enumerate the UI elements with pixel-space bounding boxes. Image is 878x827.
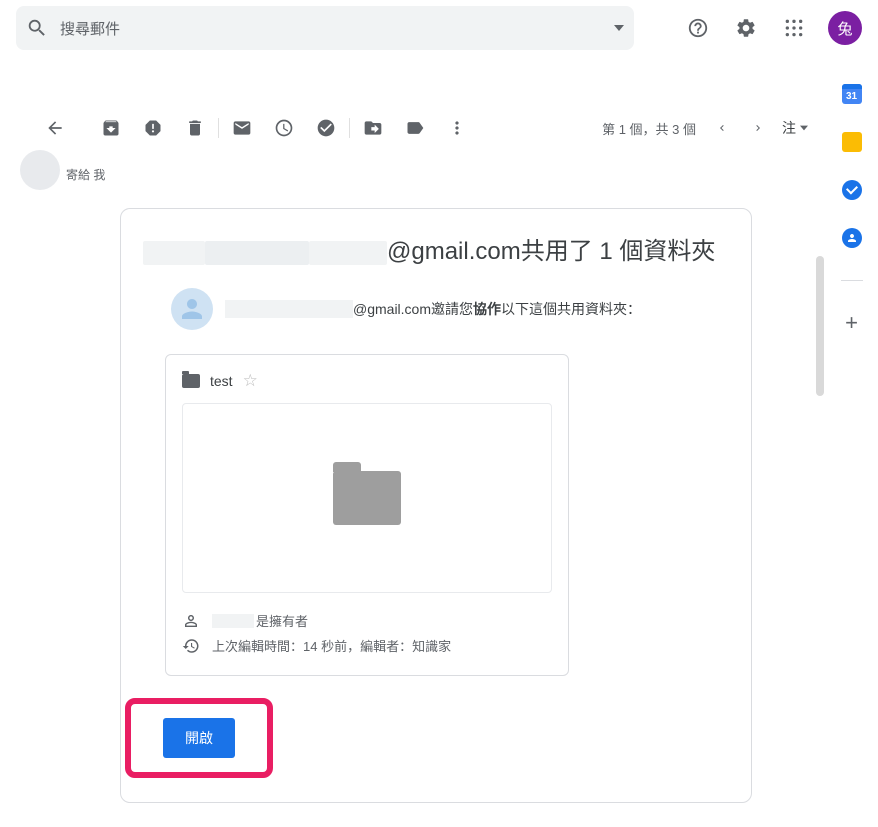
folder-large-icon — [333, 471, 401, 525]
shared-folder-card: test ☆ 是擁有者 上次編輯時間：14 秒前，編輯者：知識家 — [165, 354, 569, 676]
tasks-addon[interactable] — [842, 180, 862, 200]
delete-button[interactable] — [174, 108, 216, 148]
person-outline-icon — [182, 612, 200, 630]
keep-addon[interactable] — [842, 132, 862, 152]
email-title: @gmail.com共用了 1 個資料夾 — [143, 233, 729, 270]
redacted-text — [212, 614, 254, 628]
snooze-button[interactable] — [263, 108, 305, 148]
inviter-avatar — [171, 288, 213, 330]
sender-row: 寄給 我 — [20, 160, 115, 200]
edit-info-row: 上次編輯時間：14 秒前，編輯者：知識家 — [182, 636, 552, 655]
apps-button[interactable] — [774, 8, 814, 48]
pager-prev-button[interactable] — [704, 110, 740, 146]
open-button[interactable]: 開啟 — [163, 718, 235, 758]
search-box[interactable]: 搜尋郵件 — [16, 6, 634, 50]
input-method-button[interactable]: 注 — [782, 118, 808, 138]
person-icon — [177, 294, 207, 324]
redacted-text — [225, 300, 353, 318]
owner-row: 是擁有者 — [182, 611, 552, 630]
contacts-addon[interactable] — [842, 228, 862, 248]
sidepanel-divider — [841, 280, 863, 281]
sender-recipient-label: 寄給 我 — [66, 166, 105, 183]
toolbar-separator — [349, 118, 350, 138]
get-addons-button[interactable]: + — [842, 313, 862, 333]
archive-button[interactable] — [90, 108, 132, 148]
calendar-addon[interactable]: 31 — [842, 84, 862, 104]
search-icon — [26, 17, 48, 39]
mark-unread-button[interactable] — [221, 108, 263, 148]
toolbar-separator — [218, 118, 219, 138]
scrollbar-thumb[interactable] — [816, 256, 824, 396]
add-to-tasks-button[interactable] — [305, 108, 347, 148]
chevron-down-icon — [800, 124, 808, 132]
invite-text: @gmail.com邀請您協作以下這個共用資料夾： — [225, 299, 641, 319]
labels-button[interactable] — [394, 108, 436, 148]
side-panel: 31 + — [824, 56, 878, 827]
star-button[interactable]: ☆ — [243, 371, 258, 391]
history-icon — [182, 637, 200, 655]
move-to-button[interactable] — [352, 108, 394, 148]
support-button[interactable] — [678, 8, 718, 48]
report-spam-button[interactable] — [132, 108, 174, 148]
back-button[interactable] — [34, 108, 76, 148]
folder-name: test — [210, 373, 233, 389]
folder-icon — [182, 374, 200, 388]
invite-row: @gmail.com邀請您協作以下這個共用資料夾： — [171, 288, 729, 330]
redacted-text — [309, 241, 387, 265]
folder-preview — [182, 403, 552, 593]
open-button-highlight: 開啟 — [125, 698, 273, 778]
more-button[interactable] — [436, 108, 478, 148]
pager-next-button[interactable] — [740, 110, 776, 146]
settings-button[interactable] — [726, 8, 766, 48]
search-placeholder: 搜尋郵件 — [60, 18, 614, 39]
redacted-text — [143, 241, 205, 265]
person-icon — [846, 232, 858, 244]
redacted-text — [205, 241, 309, 265]
sender-avatar — [20, 150, 60, 190]
account-avatar[interactable]: 兔 — [828, 11, 862, 45]
pager-info: 第 1 個，共 3 個 — [602, 119, 696, 138]
search-options-icon[interactable] — [614, 23, 624, 33]
email-body-card: @gmail.com共用了 1 個資料夾 @gmail.com邀請您協作以下這個… — [120, 208, 752, 803]
